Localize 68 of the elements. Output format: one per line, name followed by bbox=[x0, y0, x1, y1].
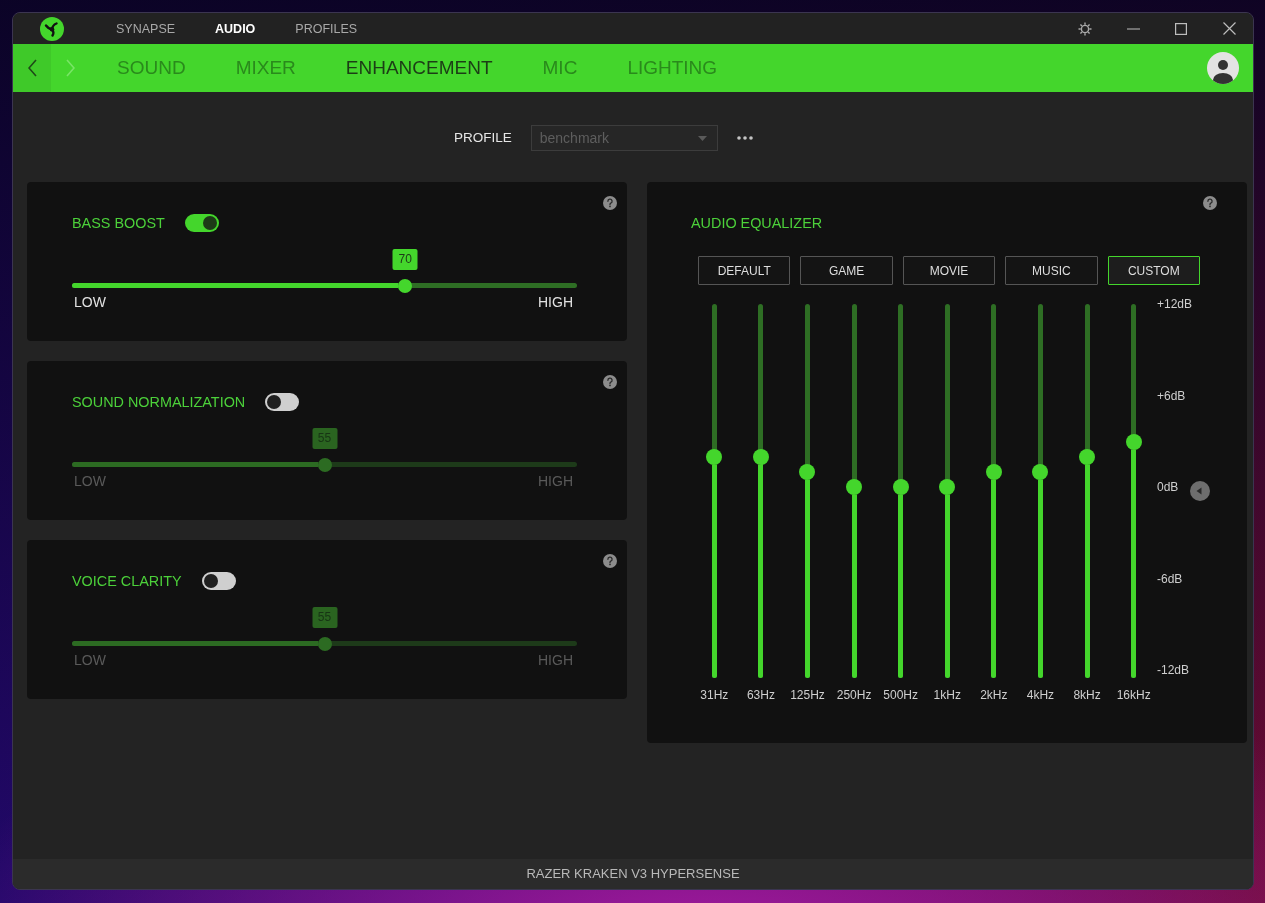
help-icon[interactable] bbox=[603, 196, 617, 210]
feature-title: SOUND NORMALIZATION bbox=[72, 393, 246, 412]
db-scale-label: -12dB bbox=[1157, 662, 1190, 678]
title-tab[interactable]: PROFILES bbox=[295, 20, 358, 37]
avatar-icon[interactable] bbox=[1207, 52, 1239, 84]
low-label: LOW bbox=[74, 473, 106, 489]
frequency-label: 16kHz bbox=[1116, 688, 1151, 702]
eq-slider-handle[interactable] bbox=[985, 464, 1002, 481]
logo-icon bbox=[40, 16, 64, 41]
preset-button[interactable]: MOVIE bbox=[902, 256, 996, 285]
equalizer-title: AUDIO EQUALIZER bbox=[691, 214, 823, 233]
maximize-icon bbox=[1175, 22, 1187, 35]
frequency-label: 1kHz bbox=[933, 688, 961, 702]
settings-icon bbox=[1078, 21, 1092, 36]
title-tab[interactable]: SYNAPSE bbox=[116, 20, 176, 37]
help-icon[interactable] bbox=[603, 375, 617, 389]
eq-slider-handle[interactable] bbox=[1032, 464, 1049, 481]
chevron-left-icon bbox=[27, 59, 37, 77]
title-tab[interactable]: AUDIO bbox=[215, 20, 256, 37]
caret-icon bbox=[697, 135, 707, 141]
eq-slider-handle[interactable] bbox=[846, 479, 863, 496]
db-scale-label: -6dB bbox=[1157, 570, 1183, 587]
frequency-label: 4kHz bbox=[1026, 688, 1055, 702]
frequency-label: 31Hz bbox=[700, 688, 729, 702]
toggle-switch[interactable] bbox=[265, 393, 300, 411]
preset-button[interactable]: MUSIC bbox=[1005, 256, 1098, 285]
frequency-label: 63Hz bbox=[746, 688, 775, 702]
high-label: HIGH bbox=[538, 473, 573, 489]
feature-title: BASS BOOST bbox=[72, 214, 165, 233]
eq-slider-handle[interactable] bbox=[892, 479, 909, 496]
eq-slider-handle[interactable] bbox=[1125, 434, 1142, 451]
slider-handle[interactable] bbox=[398, 278, 413, 293]
slider-handle[interactable] bbox=[317, 457, 332, 472]
high-label: HIGH bbox=[538, 294, 573, 310]
toggle-switch[interactable] bbox=[184, 214, 219, 232]
triangle-left-icon[interactable] bbox=[1190, 481, 1210, 501]
nav-tab[interactable]: ENHANCEMENT bbox=[345, 56, 493, 80]
eq-slider-handle[interactable] bbox=[706, 449, 723, 466]
frequency-label: 125Hz bbox=[790, 688, 825, 702]
more-icon bbox=[736, 136, 753, 140]
preset-button[interactable]: CUSTOM bbox=[1107, 256, 1200, 285]
eq-slider-handle[interactable] bbox=[752, 449, 769, 466]
frequency-label: 500Hz bbox=[883, 688, 918, 702]
eq-slider-handle[interactable] bbox=[1079, 449, 1096, 466]
frequency-label: 8kHz bbox=[1073, 688, 1101, 702]
profile-label: PROFILE bbox=[454, 128, 512, 147]
close-icon bbox=[1222, 22, 1236, 35]
frequency-label: 250Hz bbox=[836, 688, 872, 702]
low-label: LOW bbox=[74, 652, 106, 668]
db-scale-label: +6dB bbox=[1157, 387, 1186, 404]
chevron-right-icon bbox=[65, 59, 75, 77]
db-scale-label: 0dB bbox=[1157, 479, 1179, 495]
high-label: HIGH bbox=[538, 652, 573, 668]
slider-handle[interactable] bbox=[317, 636, 332, 651]
preset-button[interactable]: DEFAULT bbox=[698, 256, 791, 285]
help-icon[interactable] bbox=[603, 554, 617, 568]
eq-slider-handle[interactable] bbox=[799, 464, 816, 481]
toggle-switch[interactable] bbox=[201, 572, 236, 590]
preset-button[interactable]: GAME bbox=[800, 256, 893, 285]
feature-title: VOICE CLARITY bbox=[72, 572, 182, 591]
minimize-icon bbox=[1126, 27, 1140, 30]
low-label: LOW bbox=[74, 294, 106, 310]
help-icon[interactable] bbox=[1203, 196, 1217, 210]
eq-slider-handle[interactable] bbox=[939, 479, 956, 496]
device-name: RAZER KRAKEN V3 HYPERSENSE bbox=[526, 865, 740, 884]
frequency-label: 2kHz bbox=[980, 688, 1008, 702]
value-tooltip: 70 bbox=[392, 249, 418, 270]
db-scale-label: +12dB bbox=[1157, 296, 1193, 312]
